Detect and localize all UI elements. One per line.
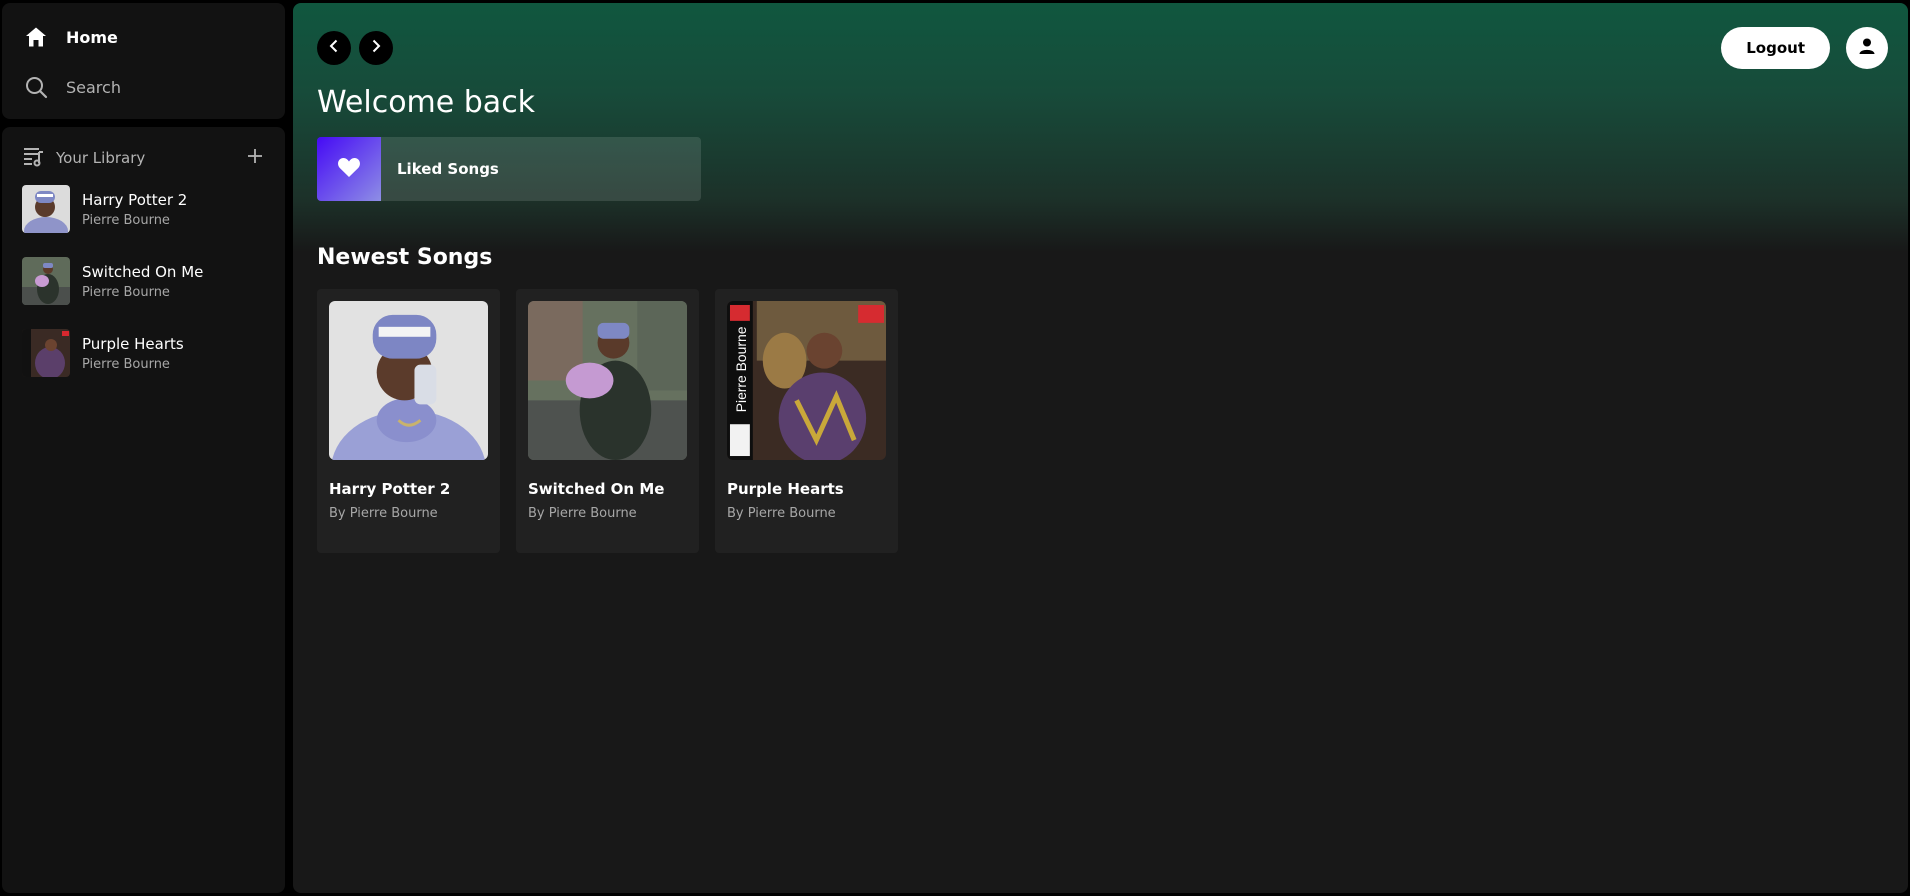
app-window: Home Search Your Library Harry Potter 2 … bbox=[0, 0, 1910, 896]
library-item-name: Switched On Me bbox=[82, 262, 204, 281]
library-item[interactable]: Switched On Me Pierre Bourne bbox=[22, 257, 265, 305]
song-card-subtitle: By Pierre Bourne bbox=[329, 506, 438, 521]
album-thumb-purple-hearts bbox=[22, 329, 70, 377]
library-list: Harry Potter 2 Pierre Bourne Switched On… bbox=[22, 185, 265, 377]
sidebar: Home Search Your Library Harry Potter 2 … bbox=[2, 3, 285, 893]
home-icon bbox=[22, 23, 50, 51]
library-item[interactable]: Harry Potter 2 Pierre Bourne bbox=[22, 185, 265, 233]
user-icon bbox=[1858, 37, 1876, 59]
song-card-subtitle: By Pierre Bourne bbox=[727, 506, 836, 521]
heart-icon bbox=[337, 156, 361, 182]
logout-button[interactable]: Logout bbox=[1721, 27, 1830, 69]
album-art-text: Pierre Bourne bbox=[733, 326, 749, 412]
library-title: Your Library bbox=[56, 149, 146, 167]
album-art-harry-potter-2 bbox=[329, 301, 488, 460]
nav-home-label: Home bbox=[66, 27, 118, 47]
library-item-name: Purple Hearts bbox=[82, 334, 184, 353]
search-icon bbox=[22, 73, 50, 101]
section-title-newest: Newest Songs bbox=[317, 245, 493, 270]
nav-panel: Home Search bbox=[2, 3, 285, 119]
library-header: Your Library bbox=[22, 143, 265, 173]
library-item-artist: Pierre Bourne bbox=[82, 356, 170, 372]
album-art-purple-hearts: Pierre Bourne bbox=[727, 301, 886, 460]
song-card[interactable]: Switched On Me By Pierre Bourne bbox=[516, 289, 699, 553]
liked-songs-art bbox=[317, 137, 381, 201]
chevron-right-icon bbox=[368, 38, 384, 58]
library-icon bbox=[22, 144, 46, 172]
album-thumb-harry-potter-2 bbox=[22, 185, 70, 233]
library-item-name: Harry Potter 2 bbox=[82, 190, 188, 209]
liked-songs-card[interactable]: Liked Songs bbox=[317, 137, 701, 201]
history-navigation bbox=[317, 31, 393, 65]
nav-item-home[interactable]: Home bbox=[22, 21, 265, 53]
account-controls: Logout bbox=[1721, 27, 1888, 69]
library-panel: Your Library Harry Potter 2 Pierre Bourn… bbox=[2, 127, 285, 893]
profile-button[interactable] bbox=[1846, 27, 1888, 69]
back-button[interactable] bbox=[317, 31, 351, 65]
song-card-title: Harry Potter 2 bbox=[329, 480, 451, 498]
forward-button[interactable] bbox=[359, 31, 393, 65]
song-card[interactable]: Pierre Bourne Purple Hearts By Pierre Bo… bbox=[715, 289, 898, 553]
nav-item-search[interactable]: Search bbox=[22, 71, 265, 103]
album-art-switched-on-me bbox=[528, 301, 687, 460]
library-item-artist: Pierre Bourne bbox=[82, 212, 170, 228]
plus-icon[interactable] bbox=[245, 146, 265, 170]
library-toggle[interactable]: Your Library bbox=[22, 144, 145, 172]
main-content: Logout Welcome back Liked Songs Newest S… bbox=[293, 3, 1908, 893]
song-card[interactable]: Harry Potter 2 By Pierre Bourne bbox=[317, 289, 500, 553]
nav-search-label: Search bbox=[66, 77, 121, 97]
song-card-title: Purple Hearts bbox=[727, 480, 844, 498]
song-card-title: Switched On Me bbox=[528, 480, 665, 498]
liked-songs-label: Liked Songs bbox=[397, 160, 499, 178]
album-thumb-switched-on-me bbox=[22, 257, 70, 305]
newest-songs-grid: Harry Potter 2 By Pierre Bourne Switched… bbox=[317, 289, 898, 553]
library-item[interactable]: Purple Hearts Pierre Bourne bbox=[22, 329, 265, 377]
song-card-subtitle: By Pierre Bourne bbox=[528, 506, 637, 521]
chevron-left-icon bbox=[326, 38, 342, 58]
library-item-artist: Pierre Bourne bbox=[82, 284, 170, 300]
page-title: Welcome back bbox=[317, 85, 536, 120]
